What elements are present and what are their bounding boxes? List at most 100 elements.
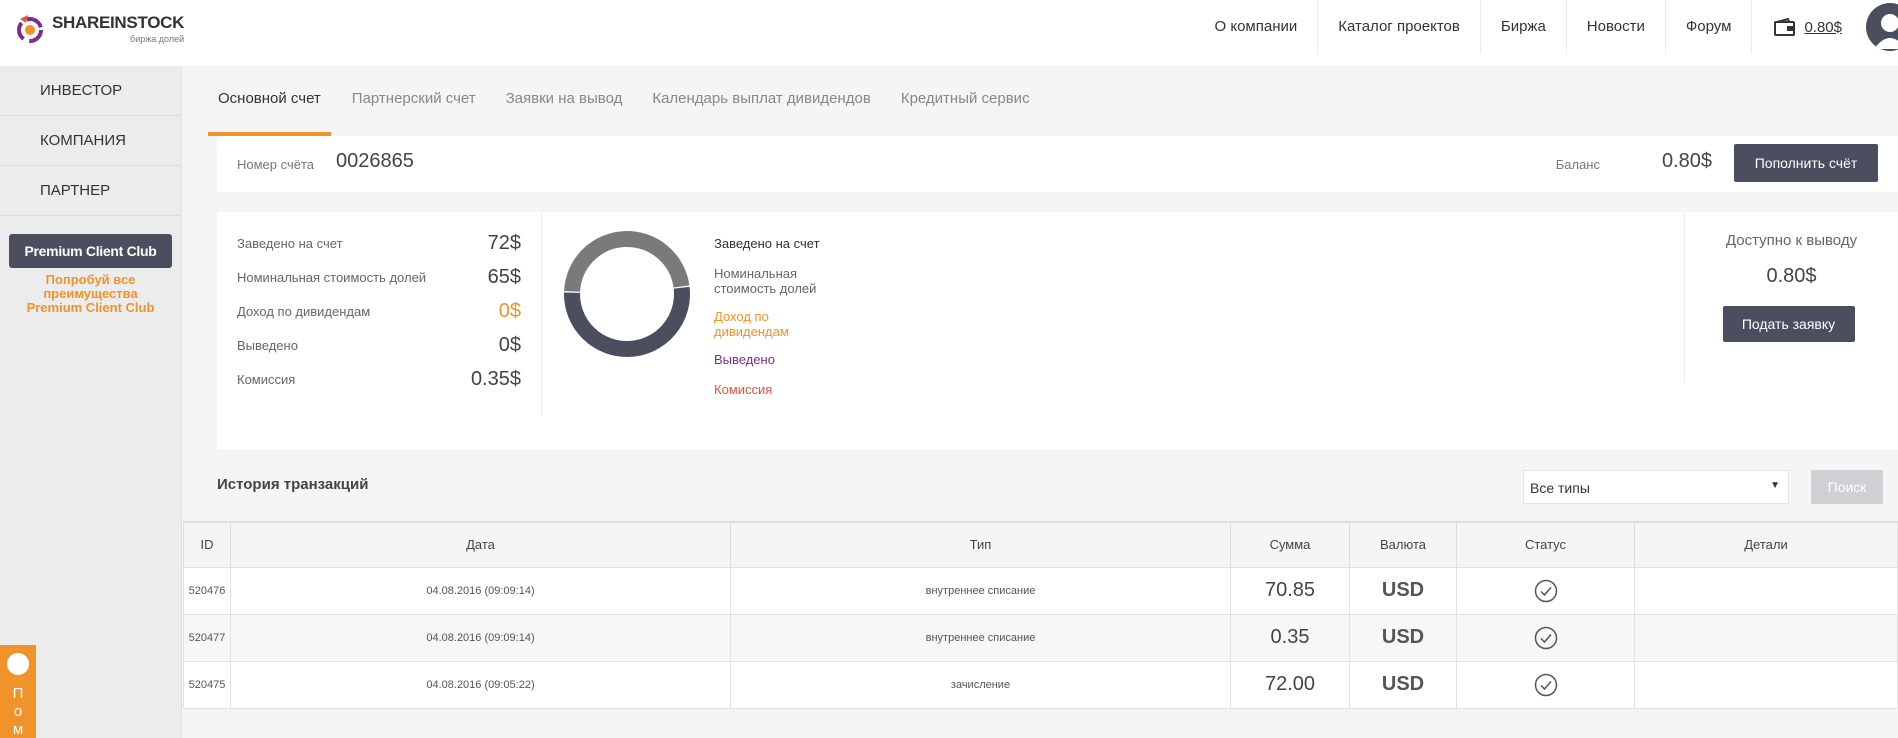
cell-id: 520477 <box>183 613 231 662</box>
tab-main-account[interactable]: Основной счет <box>208 66 331 136</box>
top-bar: SHAREINSTOCK биржа долей О компании Ката… <box>0 0 1898 66</box>
sidebar-item-company[interactable]: КОМПАНИЯ <box>0 116 181 166</box>
nav-news[interactable]: Новости <box>1567 0 1666 54</box>
dropdown-arrow-icon: ▼ <box>1770 480 1780 491</box>
brand-name: SHAREINSTOCK <box>52 13 185 32</box>
column-header[interactable]: Валюта <box>1349 521 1457 568</box>
premium-club-button[interactable]: Premium Client Club <box>9 234 172 268</box>
wallet-amount: 0.80$ <box>1804 18 1842 36</box>
stat-value: 65$ <box>487 265 521 288</box>
column-header[interactable]: Детали <box>1634 521 1898 568</box>
cell-sum: 70.85 <box>1230 566 1350 615</box>
stat-label: Заведено на счет <box>237 235 343 251</box>
cell-details[interactable] <box>1634 566 1898 615</box>
account-tabs: Основной счет Партнерский счет Заявки на… <box>208 66 1051 136</box>
account-number-label: Номер счёта <box>237 157 315 172</box>
cell-type: внутреннее списание <box>730 566 1231 615</box>
cell-id: 520476 <box>183 566 231 615</box>
withdraw-label: Доступно к выводу <box>1725 232 1858 249</box>
divider <box>541 212 542 416</box>
help-letter: П <box>12 685 24 702</box>
sidebar-item-partner[interactable]: ПАРТНЕР <box>0 166 181 216</box>
help-tab[interactable]: П о м <box>0 645 36 738</box>
donut-segment <box>564 231 690 293</box>
cell-currency: USD <box>1349 566 1457 615</box>
topup-button[interactable]: Пополнить счёт <box>1734 144 1878 182</box>
cell-id: 520475 <box>183 660 231 709</box>
check-circle-icon <box>1534 673 1557 696</box>
legend-item: Номинальная стоимость долей <box>714 266 817 296</box>
legend-item: Заведено на счет <box>714 236 820 251</box>
stat-label: Комиссия <box>237 371 296 387</box>
nav-catalog[interactable]: Каталог проектов <box>1318 0 1481 54</box>
table-row: 520475 04.08.2016 (09:05:22) зачисление … <box>183 660 1898 709</box>
tab-dividend-calendar[interactable]: Календарь выплат дивидендов <box>643 66 879 136</box>
table-row: 520477 04.08.2016 (09:09:14) внутреннее … <box>183 613 1898 662</box>
sidebar: ИНВЕСТОР КОМПАНИЯ ПАРТНЕР Premium Client… <box>0 66 182 738</box>
cell-type: зачисление <box>730 660 1231 709</box>
table-row: 520476 04.08.2016 (09:09:14) внутреннее … <box>183 566 1898 615</box>
wallet-link[interactable]: 0.80$ <box>1752 0 1866 54</box>
stat-row: Заведено на счет 72$ <box>237 226 521 260</box>
withdraw-box: Доступно к выводу 0.80$ Подать заявку <box>1684 212 1898 382</box>
cell-status <box>1456 613 1635 662</box>
nav-forum[interactable]: Форум <box>1666 0 1753 54</box>
column-header[interactable]: Статус <box>1456 521 1635 568</box>
stats-panel: Заведено на счет 72$ Номинальная стоимос… <box>217 212 1898 450</box>
check-circle-icon <box>1534 579 1557 602</box>
cell-details[interactable] <box>1634 613 1898 662</box>
withdraw-value: 0.80$ <box>1766 265 1817 287</box>
type-filter-select[interactable]: Все типы ▼ <box>1523 470 1789 504</box>
column-header[interactable]: Дата <box>230 521 731 568</box>
tab-partner-account[interactable]: Партнерский счет <box>343 66 485 136</box>
column-header[interactable]: ID <box>183 521 231 568</box>
stat-label: Доход по дивидендам <box>237 303 371 319</box>
donut-chart <box>564 231 690 357</box>
stat-value: 0.35$ <box>470 367 521 390</box>
stat-row: Доход по дивидендам 0$ <box>237 294 521 328</box>
premium-promo-text[interactable]: Попробуй все преимущества Premium Client… <box>0 273 181 315</box>
top-navigation: О компании Каталог проектов Биржа Новост… <box>1195 0 1898 54</box>
legend-item: Комиссия <box>714 382 773 397</box>
tab-withdrawal-requests[interactable]: Заявки на вывод <box>497 66 632 136</box>
help-letter: м <box>12 721 24 738</box>
transactions-table: ID Дата Тип Сумма Валюта Статус Детали 5… <box>183 521 1898 709</box>
cell-type: внутреннее списание <box>730 613 1231 662</box>
user-icon <box>1874 14 1898 49</box>
table-header-row: ID Дата Тип Сумма Валюта Статус Детали <box>183 521 1898 568</box>
help-letter: о <box>13 703 23 720</box>
balance-value: 0.80$ <box>1661 150 1712 172</box>
stat-label: Номинальная стоимость долей <box>237 269 427 285</box>
history-title: История транзакций <box>217 476 369 493</box>
logo-icon <box>17 15 43 43</box>
nav-exchange[interactable]: Биржа <box>1481 0 1567 54</box>
submit-request-button[interactable]: Подать заявку <box>1722 306 1855 342</box>
donut-segment <box>564 286 690 357</box>
cell-currency: USD <box>1349 660 1457 709</box>
account-bar: Номер счёта 0026865 Баланс 0.80$ Пополни… <box>217 136 1898 192</box>
balance-label: Баланс <box>1555 157 1600 172</box>
column-header[interactable]: Тип <box>730 521 1231 568</box>
stat-value: 0$ <box>498 333 521 356</box>
stat-value: 72$ <box>487 231 521 254</box>
cell-sum: 0.35 <box>1230 613 1350 662</box>
search-button[interactable]: Поиск <box>1811 470 1883 504</box>
stat-row: Номинальная стоимость долей 65$ <box>237 260 521 294</box>
stat-value: 0$ <box>498 299 521 322</box>
wallet-icon <box>1774 18 1796 36</box>
check-circle-icon <box>1534 626 1557 649</box>
brand-tagline: биржа долей <box>130 34 185 44</box>
cell-currency: USD <box>1349 613 1457 662</box>
column-header[interactable]: Сумма <box>1230 521 1350 568</box>
cell-date: 04.08.2016 (09:05:22) <box>230 660 731 709</box>
stat-row: Комиссия 0.35$ <box>237 362 521 396</box>
cell-details[interactable] <box>1634 660 1898 709</box>
logo[interactable]: SHAREINSTOCK биржа долей <box>16 13 184 45</box>
nav-about[interactable]: О компании <box>1195 0 1319 54</box>
tab-credit-service[interactable]: Кредитный сервис <box>892 66 1039 136</box>
sidebar-item-investor[interactable]: ИНВЕСТОР <box>0 66 181 116</box>
avatar[interactable] <box>1866 3 1898 51</box>
stat-row: Выведено 0$ <box>237 328 521 362</box>
legend-item: Доход по дивидендам <box>714 309 789 339</box>
legend-item: Выведено <box>714 352 775 367</box>
